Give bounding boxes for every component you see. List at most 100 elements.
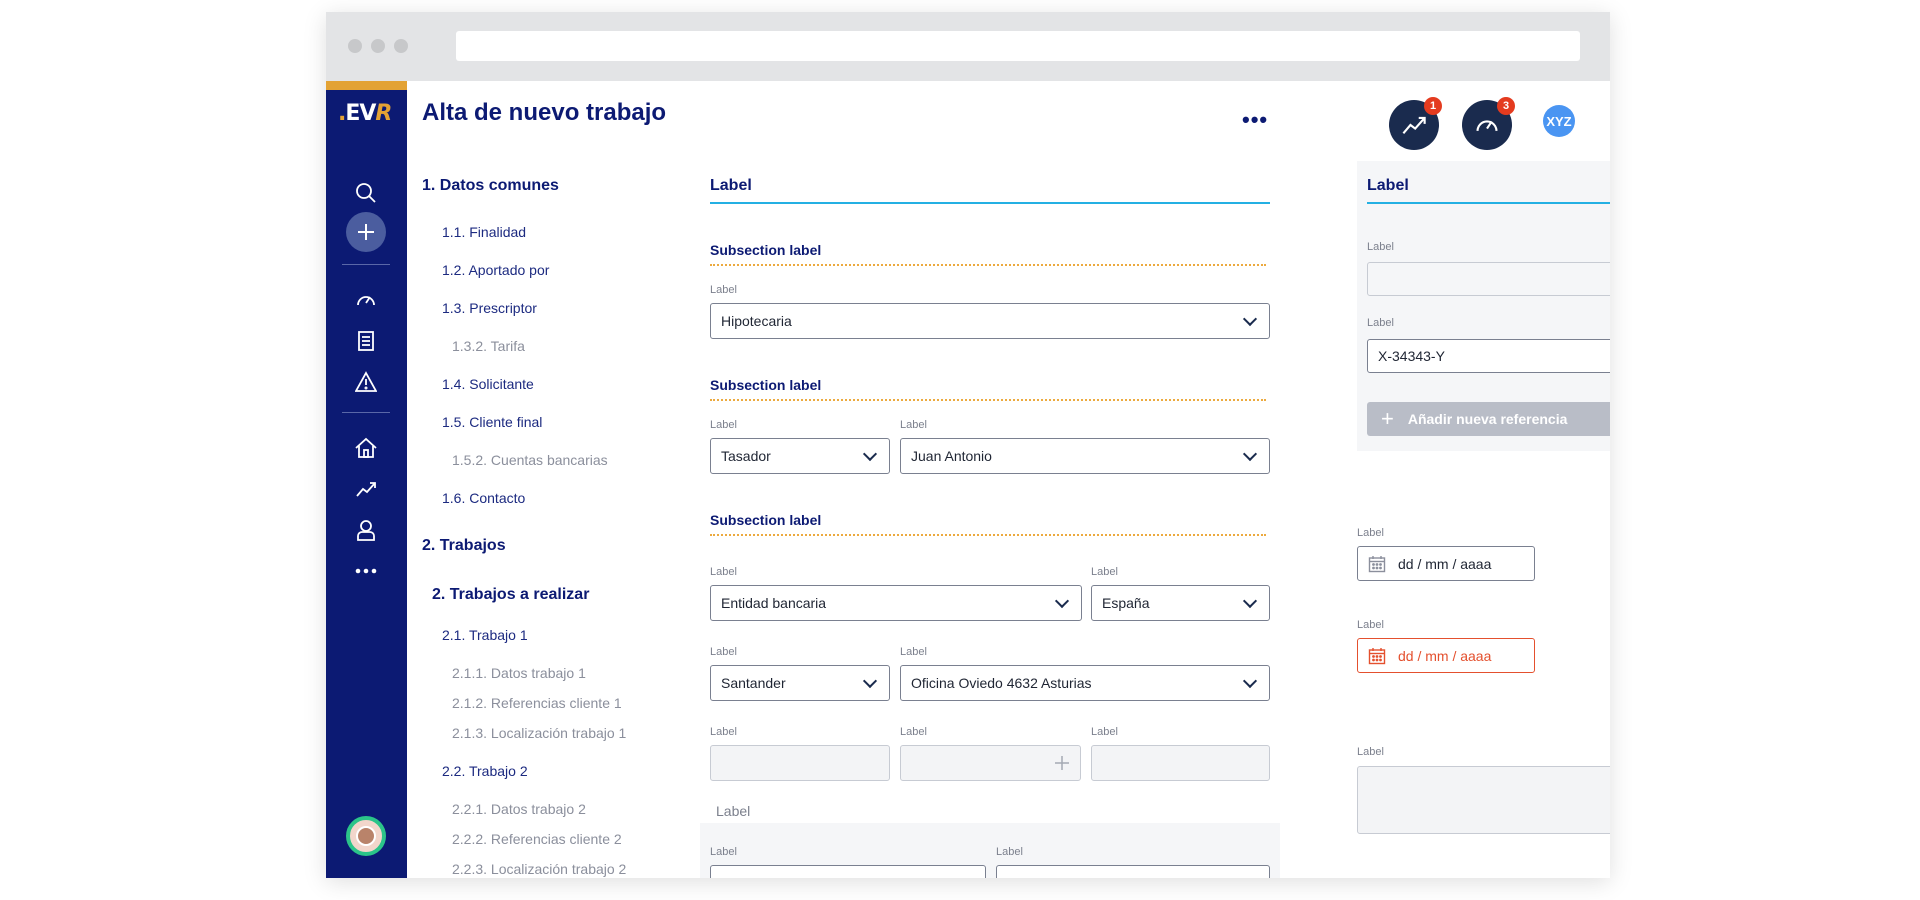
trend-icon[interactable] bbox=[350, 473, 382, 505]
field-label: Label bbox=[900, 726, 927, 738]
browser-window: .EVR Alta de nuevo trabajo ••• 1 3 XYZ 1… bbox=[326, 12, 1610, 878]
disabled-input bbox=[710, 745, 890, 781]
field-label: Label bbox=[1357, 527, 1384, 539]
select-value: Oficina Oviedo 4632 Asturias bbox=[911, 675, 1092, 691]
sidebar-divider bbox=[342, 264, 390, 265]
home-icon[interactable] bbox=[350, 432, 382, 464]
comments-textarea[interactable] bbox=[1357, 766, 1610, 834]
sidebar: .EVR bbox=[326, 81, 407, 878]
disabled-input-with-add bbox=[900, 745, 1081, 781]
more-icon[interactable] bbox=[350, 555, 382, 587]
toc-item[interactable]: 2. Trabajos a realizar bbox=[432, 586, 589, 604]
speedometer-icon bbox=[1476, 120, 1498, 132]
field-label: Label bbox=[710, 284, 737, 296]
toc-item[interactable]: 2.2. Trabajo 2 bbox=[442, 763, 528, 779]
chevron-down-icon bbox=[862, 673, 878, 688]
chevron-down-icon bbox=[1242, 593, 1258, 608]
trend-notification-button[interactable]: 1 bbox=[1389, 97, 1442, 150]
banco-select[interactable]: Santander bbox=[710, 665, 890, 701]
subsection-divider bbox=[710, 534, 1266, 536]
field-label: Label bbox=[900, 419, 927, 431]
window-close-dot[interactable] bbox=[348, 39, 362, 53]
toc-item[interactable]: 2. Trabajos bbox=[422, 537, 506, 555]
toc-item[interactable]: 1.2. Aportado por bbox=[442, 262, 549, 278]
bottom-input[interactable] bbox=[710, 865, 986, 878]
disabled-input bbox=[1091, 745, 1270, 781]
notification-badge: 3 bbox=[1497, 97, 1515, 115]
user-menu-button[interactable]: XYZ bbox=[1543, 105, 1575, 137]
field-label: Label bbox=[1367, 241, 1394, 253]
add-new-button[interactable] bbox=[346, 212, 386, 252]
date-placeholder: dd / mm / aaaa bbox=[1398, 555, 1492, 572]
group-label: Label bbox=[716, 803, 751, 819]
pais-select[interactable]: España bbox=[1091, 585, 1270, 621]
reference-input-empty[interactable] bbox=[1367, 262, 1610, 296]
toc-item[interactable]: 1.5. Cliente final bbox=[442, 414, 542, 430]
field-label: Label bbox=[710, 419, 737, 431]
entidad-select[interactable]: Entidad bancaria bbox=[710, 585, 1082, 621]
section-title: Label bbox=[710, 177, 752, 194]
calendar-icon bbox=[1368, 555, 1386, 573]
date-input[interactable]: dd / mm / aaaa bbox=[1357, 546, 1535, 581]
more-options-button[interactable]: ••• bbox=[1242, 107, 1268, 133]
field-label: Label bbox=[1367, 317, 1394, 329]
finalidad-select[interactable]: Hipotecaria bbox=[710, 303, 1270, 339]
toc-item[interactable]: 1.5.2. Cuentas bancarias bbox=[452, 452, 608, 468]
nombre-select[interactable]: Juan Antonio bbox=[900, 438, 1270, 474]
toc-item[interactable]: 2.1. Trabajo 1 bbox=[442, 627, 528, 643]
avatar[interactable] bbox=[346, 816, 386, 856]
calendar-icon bbox=[1368, 647, 1386, 665]
select-value: España bbox=[1102, 595, 1150, 611]
app-area: .EVR Alta de nuevo trabajo ••• 1 3 XYZ 1… bbox=[326, 81, 1610, 878]
toc-item[interactable]: 2.2.1. Datos trabajo 2 bbox=[452, 801, 586, 817]
toc-item[interactable]: 1.6. Contacto bbox=[442, 490, 525, 506]
document-icon[interactable] bbox=[350, 325, 382, 357]
aportado-select[interactable]: Tasador bbox=[710, 438, 890, 474]
select-value: Tasador bbox=[721, 448, 771, 464]
subsection-title: Subsection label bbox=[710, 512, 822, 528]
chevron-down-icon bbox=[1242, 446, 1258, 461]
add-reference-label: Añadir nueva referencia bbox=[1407, 411, 1568, 427]
oficina-select[interactable]: Oficina Oviedo 4632 Asturias bbox=[900, 665, 1270, 701]
toc-item[interactable]: 2.2.3. Localización trabajo 2 bbox=[452, 861, 626, 877]
trend-chart-icon bbox=[1402, 116, 1426, 134]
window-maximize-dot[interactable] bbox=[394, 39, 408, 53]
toc-item[interactable]: 2.1.1. Datos trabajo 1 bbox=[452, 665, 586, 681]
section-underline bbox=[710, 202, 1270, 204]
chevron-down-icon bbox=[1242, 673, 1258, 688]
toc-item[interactable]: 2.1.2. Referencias cliente 1 bbox=[452, 695, 622, 711]
window-minimize-dot[interactable] bbox=[371, 39, 385, 53]
toc-item[interactable]: 1.4. Solicitante bbox=[442, 376, 534, 392]
date-input-error[interactable]: dd / mm / aaaa bbox=[1357, 638, 1535, 673]
subsection-title: Subsection label bbox=[710, 377, 822, 393]
search-icon[interactable] bbox=[350, 177, 382, 209]
speedometer-icon[interactable] bbox=[350, 284, 382, 316]
notification-badge: 1 bbox=[1424, 97, 1442, 115]
warning-icon[interactable] bbox=[350, 366, 382, 398]
subsection-title: Subsection label bbox=[710, 242, 822, 258]
reference-input[interactable]: X-34343-Y bbox=[1367, 339, 1610, 373]
chevron-down-icon bbox=[862, 446, 878, 461]
toc-item[interactable]: 1.3. Prescriptor bbox=[442, 300, 537, 316]
add-reference-button[interactable]: + Añadir nueva referencia bbox=[1367, 402, 1610, 436]
user-icon[interactable] bbox=[350, 514, 382, 546]
date-placeholder: dd / mm / aaaa bbox=[1398, 647, 1492, 664]
address-bar[interactable] bbox=[456, 31, 1580, 61]
field-label: Label bbox=[1357, 619, 1384, 631]
sidebar-divider bbox=[342, 412, 390, 413]
avatar-image bbox=[356, 826, 376, 846]
select-value: Hipotecaria bbox=[721, 313, 792, 329]
field-label: Label bbox=[710, 566, 737, 578]
logo[interactable]: .EVR bbox=[338, 101, 392, 126]
bottom-input[interactable] bbox=[996, 865, 1270, 878]
speedometer-notification-button[interactable]: 3 bbox=[1462, 97, 1515, 150]
subsection-divider bbox=[710, 264, 1266, 266]
toc-item[interactable]: 1.1. Finalidad bbox=[442, 224, 526, 240]
toc-item[interactable]: 1. Datos comunes bbox=[422, 177, 559, 195]
chevron-down-icon bbox=[1054, 593, 1070, 608]
toc-item[interactable]: 1.3.2. Tarifa bbox=[452, 338, 525, 354]
toc-item[interactable]: 2.2.2. Referencias cliente 2 bbox=[452, 831, 622, 847]
toc-item[interactable]: 2.1.3. Localización trabajo 1 bbox=[452, 725, 626, 741]
chevron-down-icon bbox=[1242, 311, 1258, 326]
field-label: Label bbox=[1091, 726, 1118, 738]
